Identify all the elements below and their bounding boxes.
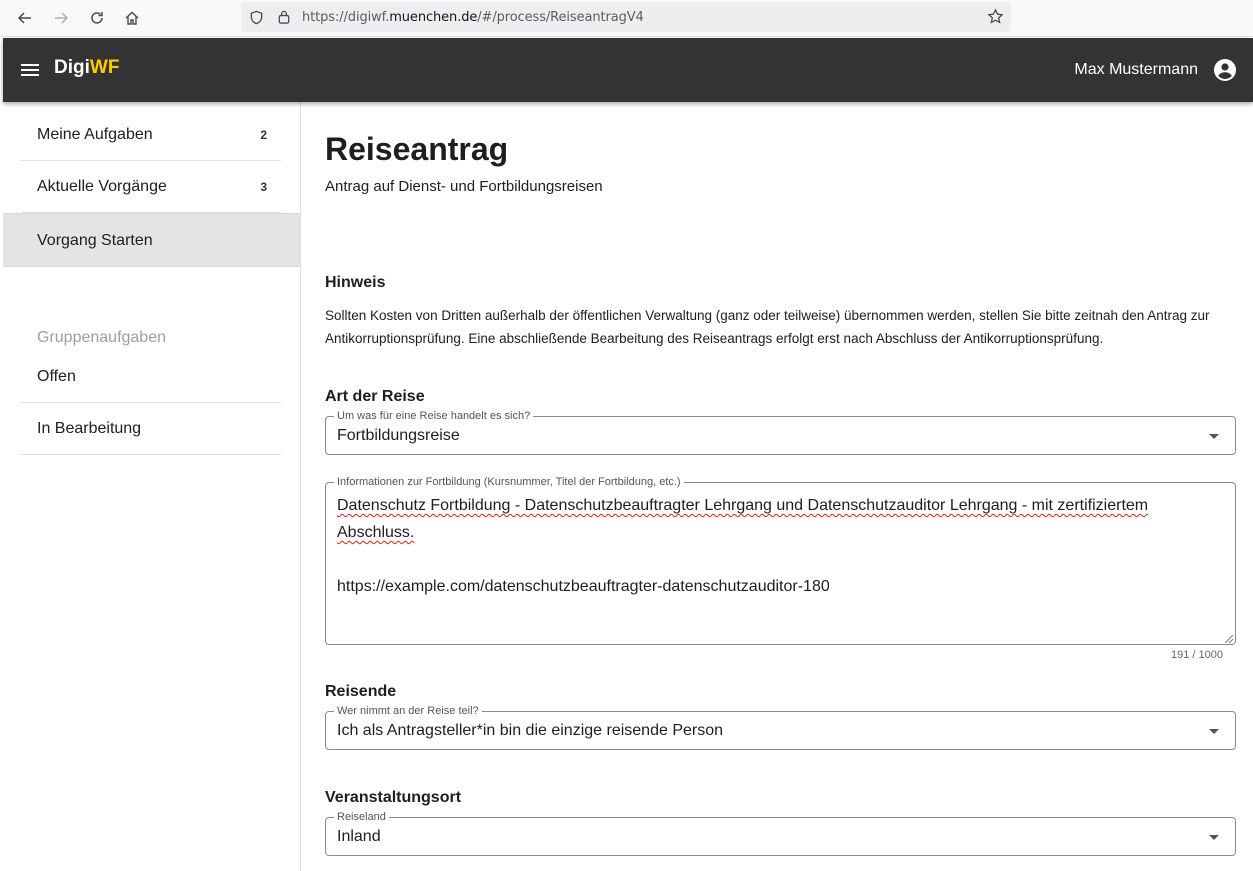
forward-icon[interactable] (50, 7, 72, 29)
home-icon[interactable] (121, 7, 143, 29)
resize-handle-icon[interactable] (1222, 631, 1234, 644)
field-label: Informationen zur Fortbildung (Kursnumme… (334, 476, 684, 488)
lock-icon[interactable] (277, 9, 291, 29)
reisende-select[interactable]: Wer nimmt an der Reise teil? Ich als Ant… (325, 705, 1236, 750)
select-value: Fortbildungsreise (337, 427, 460, 444)
reiseland-select[interactable]: Reiseland Inland (325, 811, 1236, 856)
app-logo[interactable]: DigiWF (54, 57, 119, 79)
url-text[interactable]: https://digiwf.muenchen.de/#/process/Rei… (302, 10, 644, 25)
hamburger-menu-icon[interactable] (20, 60, 40, 80)
back-icon[interactable] (14, 7, 36, 29)
sidebar-group-header: Gruppenaufgaben (37, 329, 166, 346)
sidebar-item-label: Vorgang Starten (37, 232, 153, 249)
textarea-line: Datenschutz Fortbildung - Datenschutzbea… (337, 497, 1149, 514)
sidebar-item-offen[interactable]: Offen (21, 351, 281, 403)
user-name: Max Mustermann (1074, 61, 1198, 78)
account-circle-icon[interactable] (1213, 58, 1237, 82)
field-label: Um was für eine Reise handelt es sich? (334, 410, 534, 422)
hint-text: Sollten Kosten von Dritten außerhalb der… (325, 308, 1210, 346)
dropdown-arrow-icon[interactable] (1209, 729, 1219, 734)
sidebar-item-aktuelle-vorgaenge[interactable]: Aktuelle Vorgänge 3 (21, 161, 281, 213)
dropdown-arrow-icon[interactable] (1209, 434, 1219, 439)
character-counter: 191 / 1000 (1171, 649, 1223, 661)
textarea-line: https://example.com/datenschutzbeauftrag… (337, 578, 830, 595)
sidebar: Meine Aufgaben 2 Aktuelle Vorgänge 3 Vor… (3, 102, 301, 871)
field-label: Wer nimmt an der Reise teil? (334, 705, 482, 717)
count-badge: 2 (260, 128, 267, 142)
page-subtitle: Antrag auf Dienst- und Fortbildungsreise… (325, 178, 603, 195)
address-bar[interactable]: https://digiwf.muenchen.de/#/process/Rei… (241, 2, 1011, 32)
field-label: Reiseland (334, 811, 389, 823)
sidebar-item-label: Offen (37, 368, 76, 385)
browser-toolbar: https://digiwf.muenchen.de/#/process/Rei… (0, 0, 1253, 37)
dropdown-arrow-icon[interactable] (1209, 835, 1219, 840)
sidebar-item-label: In Bearbeitung (37, 420, 142, 437)
sidebar-item-label: Aktuelle Vorgänge (37, 178, 167, 195)
reisende-heading: Reisende (325, 683, 397, 700)
art-der-reise-heading: Art der Reise (325, 388, 425, 405)
fortbildung-info-textarea[interactable]: Informationen zur Fortbildung (Kursnumme… (325, 476, 1236, 645)
sidebar-item-vorgang-starten[interactable]: Vorgang Starten (3, 213, 300, 267)
select-value: Ich als Antragsteller*in bin die einzige… (337, 722, 724, 739)
sidebar-item-label: Meine Aufgaben (37, 126, 153, 143)
hint-heading: Hinweis (325, 274, 386, 291)
textarea-line: Abschluss. (337, 524, 415, 541)
textarea-content[interactable]: Datenschutz Fortbildung - Datenschutzbea… (337, 492, 1217, 600)
sidebar-item-meine-aufgaben[interactable]: Meine Aufgaben 2 (21, 109, 281, 161)
star-icon[interactable] (987, 8, 1004, 30)
shield-icon[interactable] (249, 10, 264, 30)
count-badge: 3 (260, 180, 267, 194)
sidebar-item-in-bearbeitung[interactable]: In Bearbeitung (21, 403, 281, 455)
select-value: Inland (337, 828, 381, 845)
veranstaltungsort-heading: Veranstaltungsort (325, 789, 462, 806)
reload-icon[interactable] (86, 7, 108, 29)
app-bar: DigiWF Max Mustermann (3, 38, 1253, 102)
reiseart-select[interactable]: Um was für eine Reise handelt es sich? F… (325, 410, 1236, 455)
page-title: Reiseantrag (325, 131, 509, 167)
